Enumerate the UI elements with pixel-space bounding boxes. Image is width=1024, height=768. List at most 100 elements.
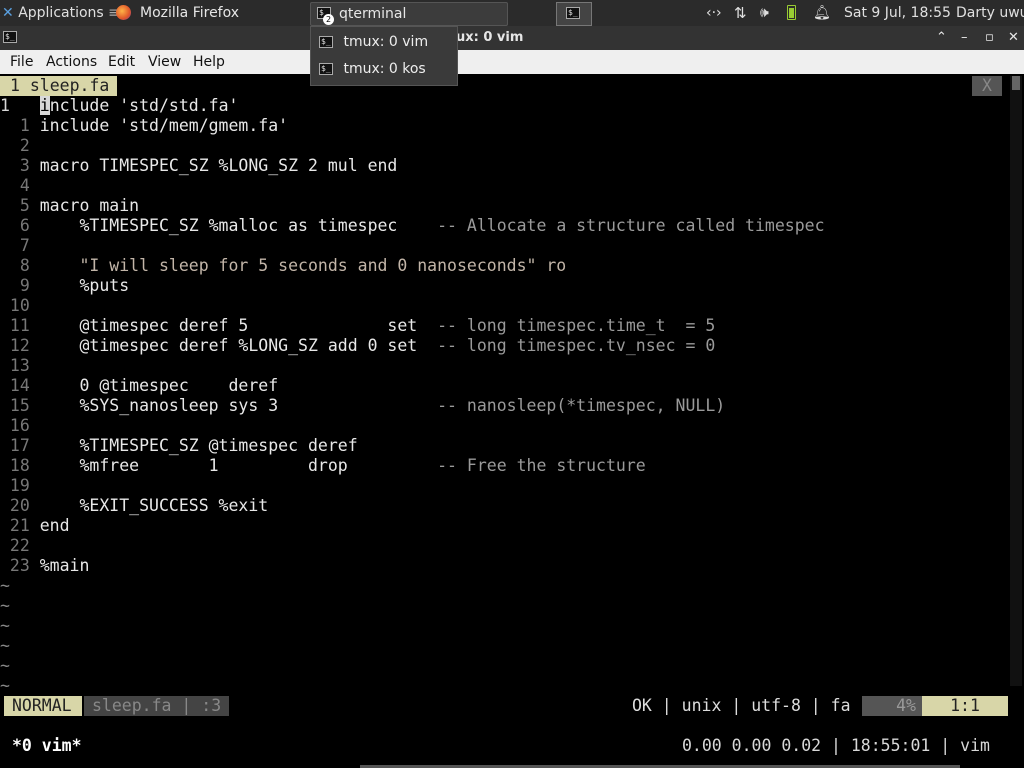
taskbar-qterminal[interactable]: $_ 2 qterminal [310, 2, 508, 26]
code-segment: @timespec deref %LONG_SZ add 0 set [39, 336, 438, 355]
clock[interactable]: Sat 9 Jul, 18:55 [844, 0, 951, 26]
code-line[interactable]: 7 [0, 236, 40, 256]
code-segment: %main [39, 556, 90, 575]
code-line[interactable]: 11 @timespec deref 5 set -- long timespe… [0, 316, 715, 336]
line-number: 3 [0, 156, 40, 175]
workspace-switcher[interactable]: $_ [556, 2, 592, 26]
terminal-area[interactable]: 1 sleep.fa X 1 include 'std/std.fa' 1 in… [0, 74, 1024, 768]
code-segment: nclude 'std/std.fa' [49, 96, 239, 115]
tmux-window[interactable]: *0 vim* [12, 736, 82, 756]
menu-file[interactable]: File [10, 50, 33, 74]
code-segment: %TIMESPEC_SZ @timespec deref [39, 436, 358, 455]
code-line[interactable]: 21 end [0, 516, 70, 536]
network-icon[interactable]: ‹·› [706, 0, 722, 26]
code-text: @timespec deref 5 set -- long timespec.t… [39, 316, 715, 335]
line-number: 20 [0, 496, 40, 515]
code-comment: -- Allocate a structure called timespec [437, 216, 825, 235]
code-text: %EXIT_SUCCESS %exit [40, 496, 268, 515]
status-percent: 4% [862, 696, 922, 716]
code-line[interactable]: 20 %EXIT_SUCCESS %exit [0, 496, 268, 516]
code-line[interactable]: 18 %mfree 1 drop -- Free the structure [0, 456, 646, 476]
menu-edit[interactable]: Edit [108, 50, 135, 74]
code-segment: @timespec deref 5 set [39, 316, 438, 335]
code-line[interactable]: 4 [0, 176, 40, 196]
popup-item-vim[interactable]: $_ tmux: 0 vim [319, 30, 428, 54]
text-cursor: i [39, 96, 50, 115]
empty-buffer-line: ~ [0, 576, 10, 595]
code-line[interactable]: 22 [0, 536, 40, 556]
code-line[interactable]: 12 @timespec deref %LONG_SZ add 0 set --… [0, 336, 715, 356]
code-line[interactable]: 6 %TIMESPEC_SZ %malloc as timespec -- Al… [0, 216, 825, 236]
line-number: 10 [0, 296, 40, 315]
line-number: 7 [0, 236, 40, 255]
terminal-scrollbar[interactable] [1010, 76, 1022, 686]
code-line[interactable]: 2 [0, 136, 40, 156]
code-line[interactable]: 17 %TIMESPEC_SZ @timespec deref [0, 436, 358, 456]
code-segment: %puts [39, 276, 130, 295]
battery-icon[interactable] [787, 5, 796, 20]
code-line[interactable]: 9 %puts [0, 276, 129, 296]
volume-icon[interactable]: 🕪 [760, 0, 769, 26]
chevron-up-icon[interactable]: ⌃ [936, 26, 947, 50]
menu-help[interactable]: Help [193, 50, 225, 74]
code-line[interactable]: 15 %SYS_nanosleep sys 3 -- nanosleep(*ti… [0, 396, 725, 416]
code-text: %main [40, 556, 90, 575]
status-filename: sleep.fa | :3 [84, 696, 230, 716]
code-line[interactable]: 19 [0, 476, 40, 496]
code-text: macro TIMESPEC_SZ %LONG_SZ 2 mul end [40, 156, 398, 175]
code-text: include 'std/std.fa' [39, 96, 239, 115]
window-titlebar[interactable]: $_ ux: 0 vim ⌃ – ▫ ✕ [0, 26, 1024, 50]
code-line[interactable]: 10 [0, 296, 40, 316]
vim-tab-close[interactable]: X [972, 76, 1002, 96]
code-line[interactable]: 14 0 @timespec deref [0, 376, 278, 396]
code-line[interactable]: 8 "I will sleep for 5 seconds and 0 nano… [0, 256, 566, 276]
maximize-icon[interactable]: ▫ [985, 26, 994, 50]
line-number: 16 [0, 416, 40, 435]
empty-buffer-line: ~ [0, 676, 10, 695]
code-segment: %TIMESPEC_SZ %malloc as timespec [39, 216, 438, 235]
close-icon[interactable]: ✕ [1008, 26, 1019, 50]
popup-item-kos[interactable]: $_ tmux: 0 kos [319, 57, 426, 81]
applications-menu[interactable]: ✕ Applications ≡ [2, 0, 120, 26]
window-terminal-icon: $_ [3, 31, 17, 43]
updates-icon[interactable]: ⇅ [734, 0, 747, 26]
status-info: OK | unix | utf-8 | fa [632, 696, 851, 715]
line-number: 22 [0, 536, 40, 555]
code-line[interactable]: 5 macro main [0, 196, 139, 216]
menu-view[interactable]: View [148, 50, 181, 74]
line-number: 15 [0, 396, 40, 415]
notification-bell-icon[interactable]: 🔔︎ [813, 0, 831, 26]
status-position: 1:1 [922, 696, 1008, 716]
line-number: 1 [0, 116, 40, 135]
scrollbar-thumb[interactable] [1012, 76, 1020, 90]
code-segment: %SYS_nanosleep sys 3 [39, 396, 438, 415]
code-line[interactable]: 3 macro TIMESPEC_SZ %LONG_SZ 2 mul end [0, 156, 398, 176]
line-number: 1 [0, 96, 40, 115]
vim-statusline: NORMAL sleep.fa | :3 OK | unix | utf-8 |… [0, 696, 1024, 716]
minimize-icon[interactable]: – [961, 26, 968, 50]
code-segment: %EXIT_SUCCESS %exit [39, 496, 269, 515]
line-number: 5 [0, 196, 40, 215]
code-line[interactable]: 16 [0, 416, 40, 436]
xfce-logo-icon: ✕ [2, 5, 14, 21]
code-line[interactable]: 1 include 'std/mem/gmem.fa' [0, 116, 288, 136]
code-segment: 0 @timespec deref [39, 376, 279, 395]
code-text: @timespec deref %LONG_SZ add 0 set -- lo… [39, 336, 715, 355]
code-comment: -- Free the structure [437, 456, 646, 475]
code-line[interactable]: 23 %main [0, 556, 90, 576]
code-line[interactable]: 13 [0, 356, 40, 376]
line-number: 6 [0, 216, 40, 235]
code-text: include 'std/mem/gmem.fa' [40, 116, 288, 135]
code-segment: %mfree 1 drop [39, 456, 438, 475]
user-menu[interactable]: Darty uwu [956, 0, 1024, 26]
popup-item-label: tmux: 0 vim [343, 34, 429, 50]
taskbar-firefox[interactable]: Mozilla Firefox [112, 2, 330, 24]
code-text: 0 @timespec deref [40, 376, 278, 395]
code-segment: "I will sleep for 5 seconds and 0 nanose… [39, 256, 567, 275]
code-line[interactable]: 1 include 'std/std.fa' [0, 96, 238, 116]
vim-tab-active[interactable]: 1 sleep.fa [0, 76, 118, 96]
firefox-label: Mozilla Firefox [140, 5, 240, 21]
vim-mode: NORMAL [4, 696, 82, 716]
top-panel: ✕ Applications ≡ Mozilla Firefox $_ 2 qt… [0, 0, 1024, 26]
menu-actions[interactable]: Actions [46, 50, 97, 74]
